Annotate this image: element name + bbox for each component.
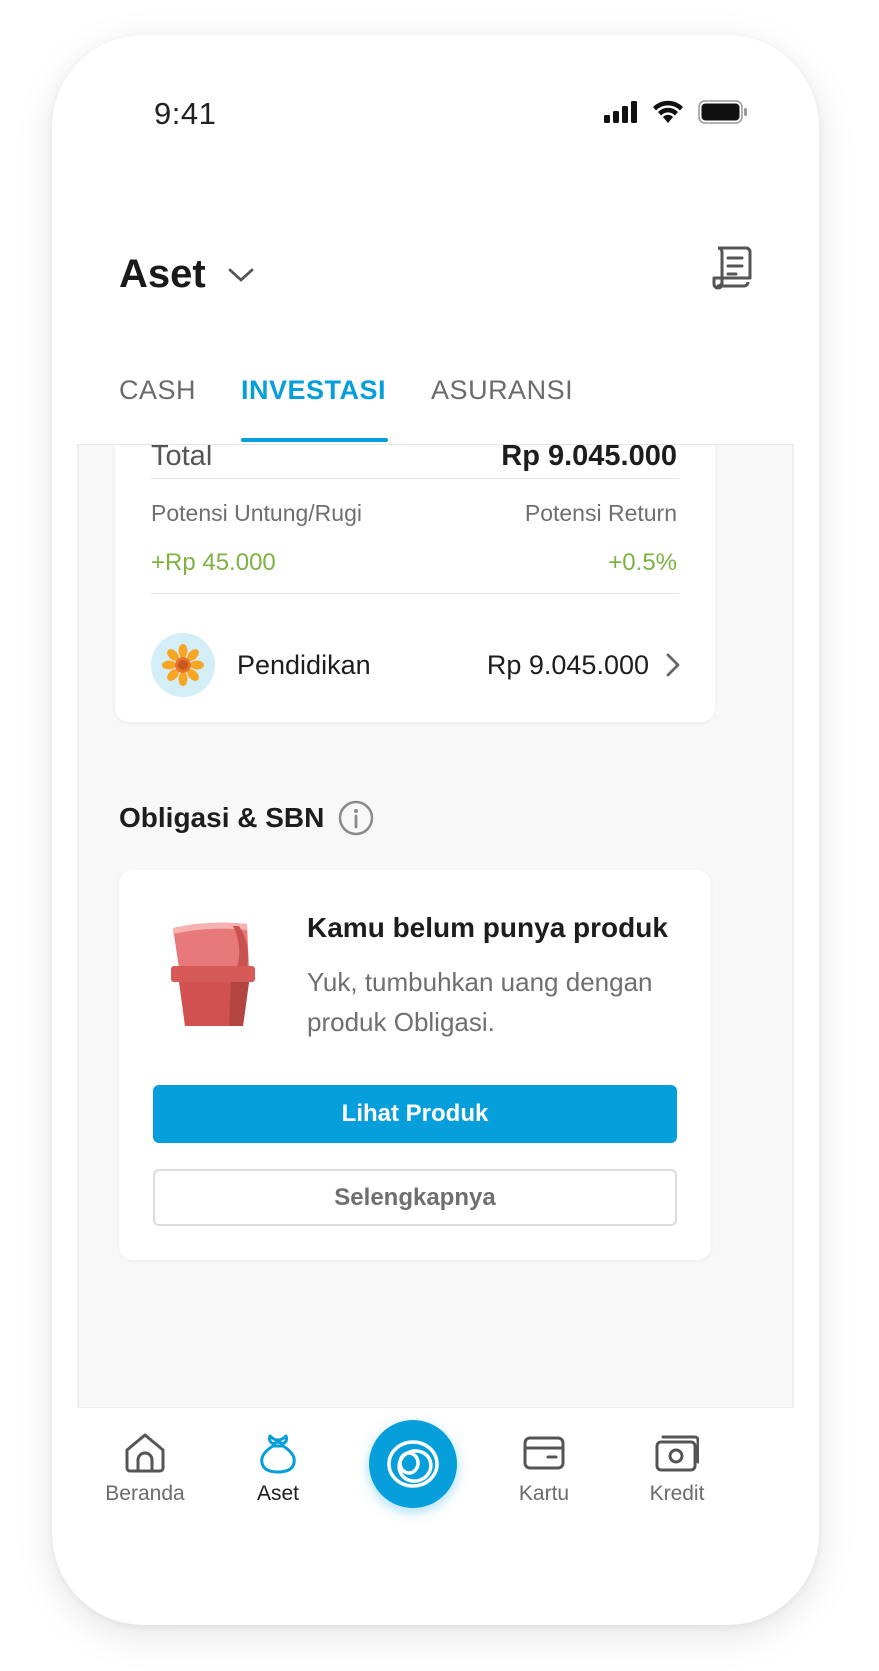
header-divider xyxy=(77,444,794,445)
goal-item-pendidikan[interactable]: Pendidikan Rp 9.045.000 xyxy=(151,633,681,697)
nav-aset[interactable]: Aset xyxy=(218,1430,338,1506)
tab-investasi[interactable]: INVESTASI xyxy=(241,375,389,442)
potensi-return-value: +0.5% xyxy=(608,549,677,576)
potensi-return: Potensi Return +0.5% xyxy=(525,500,677,577)
nav-kredit[interactable]: Kredit xyxy=(617,1430,737,1506)
lihat-produk-button[interactable]: Lihat Produk xyxy=(153,1085,677,1143)
cash-icon xyxy=(655,1435,699,1472)
status-icons xyxy=(604,100,748,124)
receipt-icon[interactable] xyxy=(708,242,756,290)
potensi-row: Potensi Untung/Rugi +Rp 45.000 Potensi R… xyxy=(151,500,677,577)
nav-label: Beranda xyxy=(105,1482,185,1505)
tab-asuransi[interactable]: ASURANSI xyxy=(431,375,573,442)
nav-label: Kredit xyxy=(649,1482,705,1505)
page-title: Aset xyxy=(119,252,206,296)
nav-label: Aset xyxy=(256,1482,300,1505)
battery-icon xyxy=(698,100,747,124)
nav-label: Kartu xyxy=(518,1482,570,1505)
divider xyxy=(151,593,679,594)
page-header: Aset CASH INVESTASI ASURANSI xyxy=(77,180,794,445)
info-icon[interactable] xyxy=(338,800,374,836)
phone-screen: 9:41 Aset CASH INVESTASI ASURANSI Total … xyxy=(77,60,794,1600)
tab-cash[interactable]: CASH xyxy=(119,375,196,442)
signal-icon xyxy=(604,101,637,123)
potensi-return-label: Potensi Return xyxy=(524,500,677,526)
card-icon xyxy=(523,1436,565,1470)
status-time: 9:41 xyxy=(154,96,217,131)
bottom-navigation: Beranda Aset Kartu Kredit xyxy=(77,1407,794,1600)
title-dropdown[interactable]: Aset xyxy=(119,252,254,297)
sunflower-icon xyxy=(162,644,204,686)
goal-value: Rp 9.045.000 xyxy=(486,649,649,680)
swirl-logo-icon xyxy=(387,1440,439,1488)
chevron-right-icon xyxy=(666,653,680,677)
nav-kartu[interactable]: Kartu xyxy=(484,1430,604,1506)
asset-tabs: CASH INVESTASI ASURANSI xyxy=(119,375,573,442)
empty-state-title: Kamu belum punya produk xyxy=(307,912,668,943)
wifi-icon xyxy=(653,100,683,123)
chevron-down-icon xyxy=(228,268,254,281)
empty-state-description: Yuk, tumbuhkan uang dengan produk Obliga… xyxy=(307,967,653,1037)
goal-avatar xyxy=(151,633,215,697)
empty-pot-icon xyxy=(171,922,255,1026)
section-title: Obligasi & SBN xyxy=(119,802,325,833)
goal-name: Pendidikan xyxy=(237,649,371,680)
potensi-untung: Potensi Untung/Rugi +Rp 45.000 xyxy=(151,500,362,577)
money-bag-icon xyxy=(260,1434,296,1474)
phone-frame: 9:41 Aset CASH INVESTASI ASURANSI Total … xyxy=(52,35,819,1625)
obligasi-section-header: Obligasi & SBN xyxy=(119,800,374,836)
selengkapnya-button[interactable]: Selengkapnya xyxy=(153,1169,677,1226)
potensi-untung-value: +Rp 45.000 xyxy=(151,549,276,576)
status-bar: 9:41 xyxy=(77,60,794,180)
potensi-untung-label: Potensi Untung/Rugi xyxy=(151,500,362,526)
center-action-button[interactable] xyxy=(369,1420,457,1508)
home-icon xyxy=(125,1433,165,1473)
obligasi-empty-card: Kamu belum punya produk Yuk, tumbuhkan u… xyxy=(119,870,711,1260)
nav-beranda[interactable]: Beranda xyxy=(85,1430,205,1506)
divider xyxy=(151,478,679,479)
